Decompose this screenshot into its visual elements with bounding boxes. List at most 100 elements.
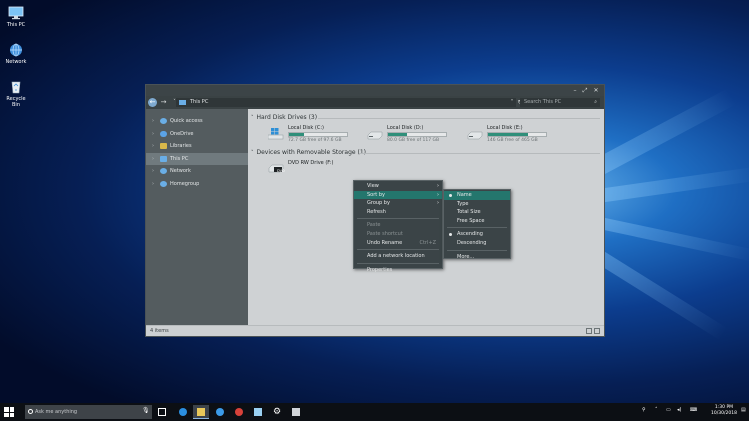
hard-drive-icon [367,128,383,140]
desktop-icon-network[interactable]: Network [2,43,30,65]
media-app-icon [235,408,243,416]
task-view-button[interactable] [154,405,170,419]
network-icon [160,168,167,175]
pc-icon [179,100,186,105]
drive-name: Local Disk (D:) [387,125,424,131]
search-input[interactable]: Search This PC ⌕ [520,98,600,107]
start-button[interactable] [4,407,14,417]
address-dropdown-button[interactable]: ˅ [508,98,516,107]
menu-item-label: Descending [457,239,487,246]
sidebar-item-homegroup[interactable]: › Homegroup [146,178,248,191]
network-icon [8,43,24,57]
menu-item-sort-by[interactable]: Sort by › [354,190,442,200]
cloud-icon [160,130,167,137]
drive-usage-bar [387,132,447,137]
desktop-icon-label: This PC [6,22,26,28]
menu-item-refresh[interactable]: Refresh [354,208,442,217]
sidebar-item-label: Libraries [170,143,192,150]
sort-order-descending[interactable]: Descending [444,239,510,248]
sort-option-free-space[interactable]: Free Space [444,217,510,226]
star-icon [160,118,167,125]
menu-item-label: Paste [367,222,381,229]
menu-item-properties[interactable]: Properties [354,266,442,275]
sidebar-item-network[interactable]: › Network [146,165,248,178]
clock[interactable]: 1:30 PM 10/30/2018 [708,405,740,417]
sidebar-item-this-pc[interactable]: › This PC [146,152,248,165]
volume-icon[interactable]: ◂) [677,407,681,413]
menu-item-add-network-location[interactable]: Add a network location [354,252,442,261]
taskbar-settings[interactable]: ⚙ [269,405,285,419]
sidebar-item-onedrive[interactable]: › OneDrive [146,128,248,141]
menu-item-label: Name [457,192,472,198]
drive-usage-fill [488,133,529,136]
taskbar-app-3[interactable] [212,405,228,419]
action-center-icon[interactable]: ▤ [741,407,746,413]
sort-option-name[interactable]: Name [444,191,510,200]
menu-separator [357,262,439,264]
cortana-icon [28,409,33,414]
desktop-icon-this-pc[interactable]: This PC [2,6,30,28]
drive-free-space: 80.0 GB free of 117 GB [387,138,440,143]
taskbar-app-4[interactable] [231,405,247,419]
drive-c[interactable]: Local Disk (C:) 72.7 GB free of 97.6 GB [267,125,358,147]
drive-e[interactable]: Local Disk (E:) 146 GB free of 465 GB [467,125,557,147]
taskbar-app-file-explorer[interactable] [193,405,209,419]
sidebar-item-libraries[interactable]: › Libraries [146,140,248,153]
taskbar: Ask me anything 🎙 ⚙ ⚲ ˄ ▭ ◂) ⌨ 1:30 PM 1… [0,403,749,421]
menu-separator [447,249,507,251]
menu-item-label: Total Size [457,209,481,216]
group-title: Hard Disk Drives (3) [256,114,318,121]
arrow-left-icon: ← [149,98,156,106]
title-bar[interactable]: – ⤢ ✕ [146,85,604,96]
sort-order-ascending[interactable]: Ascending [444,230,510,239]
drive-free-space: 72.7 GB free of 97.6 GB [288,138,342,143]
pc-icon [160,155,167,162]
restore-button[interactable]: ⤢ [580,86,590,95]
taskbar-app-5[interactable] [250,405,266,419]
forward-button[interactable]: → [159,98,168,107]
sidebar-item-label: This PC [170,155,189,162]
menu-item-paste: Paste [354,221,442,230]
address-path-field[interactable]: This PC [176,98,516,107]
drive-f-dvd[interactable]: DVD DVD RW Drive (F:) [268,160,358,180]
arrow-right-icon: → [160,98,167,106]
menu-item-label: View [367,183,379,189]
menu-item-label: Properties [367,266,393,273]
task-view-icon [158,408,166,416]
desktop-icon-recycle-bin[interactable]: Recycle Bin [2,80,30,108]
minimize-button[interactable]: – [570,86,580,95]
large-icons-view-button[interactable] [594,328,600,334]
drive-free-space: 146 GB free of 465 GB [487,138,538,143]
group-header-hard-disk-drives[interactable]: ˅ Hard Disk Drives (3) [251,114,317,121]
search-placeholder: Ask me anything [35,409,78,415]
navigation-pane: › Quick access › OneDrive › Libraries › … [146,109,248,325]
microphone-icon[interactable]: 🎙 [142,407,150,414]
network-tray-icon[interactable]: ▭ [666,407,671,413]
gear-icon: ⚙ [273,407,282,417]
windows-drive-icon [267,128,284,140]
chevron-right-icon: › [152,130,154,137]
chevron-up-icon[interactable]: ˄ [655,407,658,413]
menu-item-undo-rename[interactable]: Undo Rename Ctrl+Z [354,239,442,248]
people-icon[interactable]: ⚲ [642,407,646,413]
taskbar-app-7[interactable] [288,405,304,419]
taskbar-app-edge[interactable] [175,405,191,419]
cortana-search-box[interactable]: Ask me anything [25,405,152,419]
sort-option-type[interactable]: Type [444,200,510,209]
menu-item-label: Add a network location [367,253,425,260]
item-count: 4 items [150,328,169,334]
drive-d[interactable]: Local Disk (D:) 80.0 GB free of 117 GB [367,125,457,147]
sort-option-more[interactable]: More... [444,253,510,262]
details-view-button[interactable] [586,328,592,334]
app-icon [292,408,300,416]
close-button[interactable]: ✕ [591,86,601,95]
sidebar-item-quick-access[interactable]: › Quick access [146,115,248,128]
back-button[interactable]: ← [148,98,157,107]
chevron-right-icon: › [152,143,154,150]
menu-item-view[interactable]: View › [354,182,442,191]
menu-item-group-by[interactable]: Group by › [354,199,442,208]
group-header-removable-storage[interactable]: ˅ Devices with Removable Storage (1) [251,149,366,156]
group-title: Devices with Removable Storage (1) [256,149,366,156]
keyboard-icon[interactable]: ⌨ [690,407,697,413]
sort-option-total-size[interactable]: Total Size [444,208,510,217]
